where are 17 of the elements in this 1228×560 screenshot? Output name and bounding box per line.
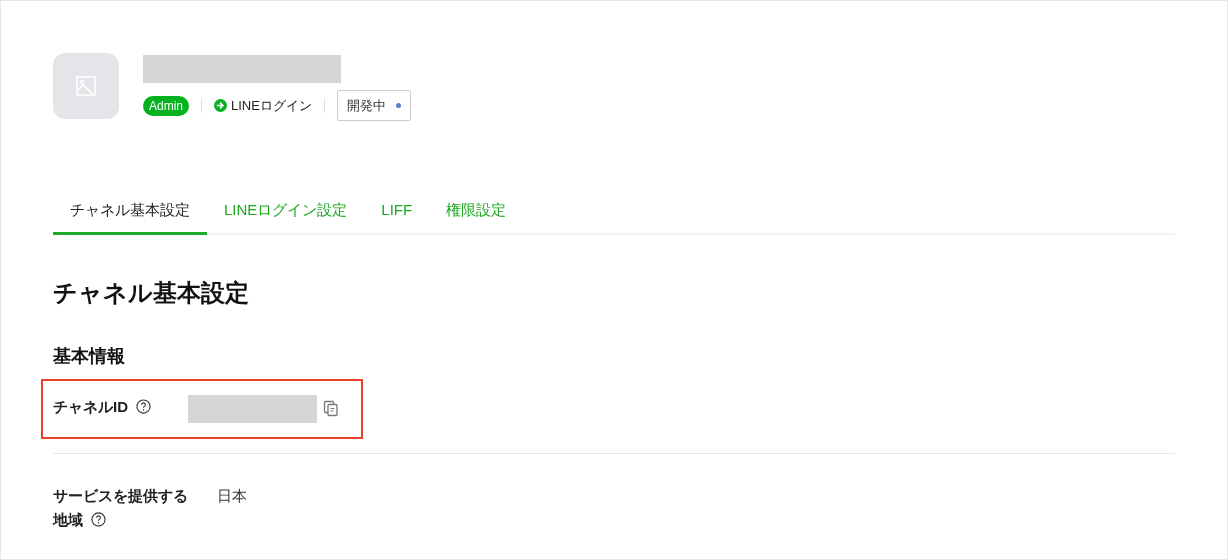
image-icon (76, 76, 96, 96)
channel-type: LINEログイン (231, 96, 312, 115)
role-badge: Admin (143, 95, 189, 116)
copy-icon[interactable] (323, 400, 339, 417)
field-value: 日本 (217, 485, 247, 506)
page-title: チャネル基本設定 (53, 277, 250, 308)
field-label: サービスを提供する地域 (53, 485, 189, 530)
tab[interactable]: 権限設定 (429, 199, 524, 235)
tab[interactable]: チャネル基本設定 (53, 199, 207, 235)
tab[interactable]: LIFF (364, 199, 430, 235)
field-label: チャネルID (53, 394, 151, 419)
arrow-icon (214, 99, 227, 112)
section-title: 基本情報 (53, 344, 126, 368)
tab[interactable]: LINEログイン設定 (207, 199, 365, 235)
help-icon[interactable] (91, 511, 106, 527)
help-icon[interactable] (136, 398, 151, 414)
status-label: 開発中 (346, 96, 386, 115)
